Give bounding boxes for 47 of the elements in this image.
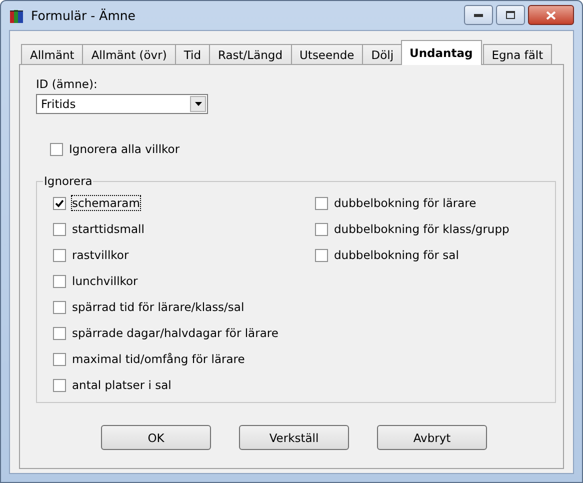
checkbox-label[interactable]: spärrade dagar/halvdagar för lärare	[72, 326, 278, 340]
minimize-icon	[474, 14, 483, 16]
checkbox[interactable]	[53, 300, 66, 314]
checkbox-label[interactable]: maximal tid/omfång för lärare	[72, 352, 245, 366]
dialog-button[interactable]: Avbryt	[377, 425, 487, 450]
checkbox[interactable]	[53, 248, 66, 262]
tab[interactable]: Undantag	[400, 40, 482, 65]
tab[interactable]: Allmänt	[21, 44, 84, 65]
checkbox-label[interactable]: schemaram	[72, 196, 140, 210]
checkbox-label[interactable]: rastvillkor	[72, 248, 129, 262]
checkbox-label[interactable]: dubbelbokning för klass/grupp	[334, 222, 510, 236]
tab[interactable]: Tid	[174, 44, 210, 65]
checkbox[interactable]	[315, 196, 328, 210]
checkbox[interactable]	[53, 378, 66, 392]
tab[interactable]: Egna fält	[482, 44, 552, 65]
field-label: ID (ämne):	[36, 77, 98, 91]
checkbox[interactable]	[50, 142, 63, 156]
checkbox-label[interactable]: dubbelbokning för sal	[334, 248, 459, 262]
checkbox[interactable]	[53, 352, 66, 366]
books-icon	[9, 8, 25, 24]
checkbox-label[interactable]: Ignorera alla villkor	[69, 142, 180, 156]
dropdown-arrow-icon	[194, 102, 202, 106]
group-title: Ignorera	[43, 174, 94, 188]
checkbox[interactable]	[315, 222, 328, 236]
checkbox-label[interactable]: antal platser i sal	[72, 378, 172, 392]
checkbox-label[interactable]: lunchvillkor	[72, 274, 138, 288]
id-dropdown[interactable]: Fritids	[36, 94, 208, 114]
checkbox[interactable]	[53, 196, 66, 210]
checkbox[interactable]	[53, 222, 66, 236]
checkbox[interactable]	[53, 274, 66, 288]
checkbox[interactable]	[53, 326, 66, 340]
close-icon	[546, 10, 556, 20]
tab[interactable]: Rast/Längd	[209, 44, 292, 65]
window-title: Formulär - Ämne	[31, 8, 136, 23]
minimize-button[interactable]	[464, 5, 493, 25]
maximize-button[interactable]	[496, 5, 525, 25]
checkbox-label[interactable]: spärrad tid för lärare/klass/sal	[72, 300, 244, 314]
dialog-button[interactable]: Verkställ	[239, 425, 349, 450]
checkbox-label[interactable]: dubbelbokning för lärare	[334, 196, 476, 210]
checkbox-label[interactable]: starttidsmall	[72, 222, 144, 236]
tab[interactable]: Utseende	[290, 44, 364, 65]
dialog-button[interactable]: OK	[101, 425, 211, 450]
maximize-icon	[506, 11, 515, 19]
checkbox[interactable]	[315, 248, 328, 262]
tab[interactable]: Dölj	[362, 44, 403, 65]
close-button[interactable]	[528, 5, 574, 25]
tab[interactable]: Allmänt (övr)	[82, 44, 176, 65]
